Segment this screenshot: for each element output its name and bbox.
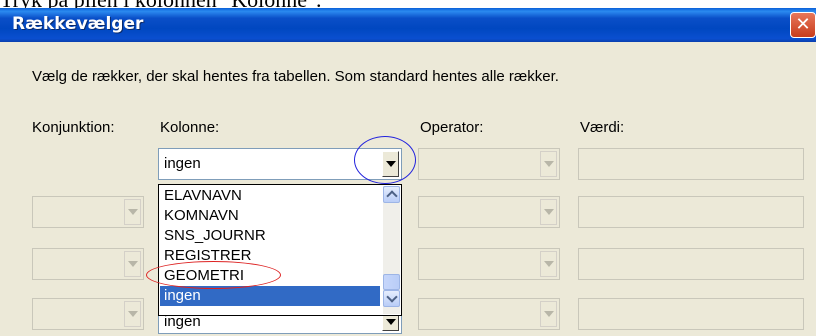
dropdown-option[interactable]: ELAVNAVN <box>160 186 380 206</box>
scroll-down-button[interactable] <box>383 290 400 307</box>
column-dropdown-list[interactable]: ELAVNAVN KOMNAVN SNS_JOURNR REGISTRER GE… <box>158 184 402 316</box>
chevron-down-icon <box>385 319 396 325</box>
conjunction-label: Konjunktion: <box>32 119 115 136</box>
operator-dropdown-button <box>540 251 557 277</box>
column-select-value: ingen <box>164 155 201 172</box>
value-field-row-3 <box>578 248 804 280</box>
chevron-down-icon <box>385 291 398 303</box>
conjunction-select-row-3 <box>32 248 144 280</box>
chevron-up-icon <box>385 190 398 202</box>
operator-dropdown-button <box>540 199 557 225</box>
value-field-row-4 <box>578 298 804 330</box>
chevron-down-icon <box>543 209 554 215</box>
dropdown-option-selected[interactable]: ingen <box>160 286 380 306</box>
operator-select-row-4 <box>418 298 560 330</box>
column-label: Kolonne: <box>160 119 220 136</box>
conjunction-dropdown-button <box>124 199 141 225</box>
instruction-text: Vælg de rækker, der skal hentes fra tabe… <box>32 68 559 85</box>
conjunction-select-row-4 <box>32 298 144 330</box>
close-button[interactable]: ✕ <box>790 12 816 38</box>
chevron-down-icon <box>543 311 554 317</box>
operator-label: Operator: <box>420 119 484 136</box>
operator-select-row-3 <box>418 248 560 280</box>
value-field-row-2 <box>578 196 804 228</box>
chevron-down-icon <box>127 261 138 267</box>
dropdown-scrollbar[interactable] <box>383 186 400 314</box>
conjunction-dropdown-button <box>124 301 141 327</box>
chevron-down-icon <box>127 209 138 215</box>
value-label: Værdi: <box>580 119 625 136</box>
operator-dropdown-button <box>540 151 557 177</box>
conjunction-dropdown-button <box>124 251 141 277</box>
arrow-highlight-annotation <box>354 136 416 184</box>
chevron-down-icon <box>543 261 554 267</box>
operator-select-row-1 <box>418 148 560 180</box>
row-selector-dialog: Rækkevælger ✕ Vælg de rækker, der skal h… <box>0 8 816 336</box>
scroll-up-button[interactable] <box>383 186 400 203</box>
chevron-down-icon <box>543 161 554 167</box>
scrollbar-thumb[interactable] <box>383 274 400 290</box>
chevron-down-icon <box>127 311 138 317</box>
operator-select-row-2 <box>418 196 560 228</box>
conjunction-select-row-2 <box>32 196 144 228</box>
operator-dropdown-button <box>540 301 557 327</box>
dialog-title: Rækkevælger <box>12 14 144 34</box>
tutorial-caption: Tryk på pilen i kolonnen "Kolonne". <box>0 0 816 8</box>
value-field-row-1 <box>578 148 804 180</box>
dropdown-option[interactable]: KOMNAVN <box>160 206 380 226</box>
title-bar[interactable]: Rækkevælger ✕ <box>0 8 816 42</box>
close-icon: ✕ <box>795 14 811 35</box>
dropdown-option[interactable]: SNS_JOURNR <box>160 226 380 246</box>
geometri-highlight-annotation <box>146 261 281 289</box>
